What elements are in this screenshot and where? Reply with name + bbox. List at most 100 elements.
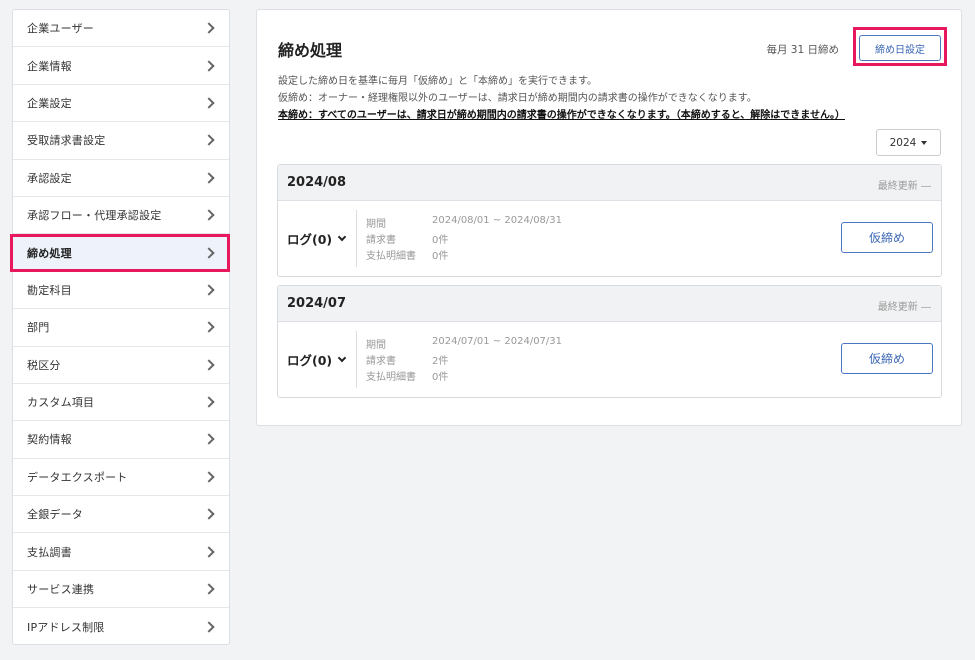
sidebar-item-account-items[interactable]: 勘定科目 (13, 272, 229, 310)
period-row: 期間 2024/08/01 ~ 2024/08/31 (366, 215, 562, 230)
period-value: 2024/07/01 ~ 2024/07/31 (432, 336, 563, 347)
period-title: 2024/08 (287, 175, 347, 190)
payment-key: 支払明細書 (366, 251, 416, 262)
period-row: 期間 2024/07/01 ~ 2024/07/31 (366, 336, 562, 351)
caret-down-icon (921, 140, 928, 145)
chevron-down-icon (337, 232, 347, 241)
chevron-down-icon (337, 353, 347, 362)
sidebar-item-closing[interactable]: 締め処理 (13, 234, 229, 272)
description-line: 設定した締め日を基準に毎月「仮締め」と「本締め」を実行できます。 (278, 76, 597, 87)
sidebar-item-company-settings[interactable]: 企業設定 (13, 85, 229, 123)
chevron-right-icon (203, 134, 215, 147)
period-value: 2024/08/01 ~ 2024/08/31 (432, 215, 563, 226)
sidebar-item-label: IPアドレス制限 (27, 620, 105, 634)
payment-row: 支払明細書 0件 (366, 368, 448, 383)
sidebar-item-company-users[interactable]: 企業ユーザー (13, 10, 229, 48)
chevron-right-icon (203, 22, 215, 34)
divider (356, 331, 357, 388)
invoice-key: 請求書 (366, 356, 396, 367)
sidebar-item-label: 受取請求書設定 (27, 134, 106, 148)
payment-key: 支払明細書 (366, 372, 416, 383)
sidebar-item-zengin-data[interactable]: 全銀データ (13, 496, 229, 534)
chevron-right-icon (203, 172, 215, 184)
last-updated: 最終更新 ― (877, 181, 931, 192)
page-title: 締め処理 (278, 41, 343, 60)
invoice-row: 請求書 2件 (366, 352, 448, 367)
sidebar-item-label: 勘定科目 (27, 283, 72, 297)
sidebar-item-label: サービス連携 (27, 583, 95, 597)
closing-panel: 締め処理 毎月 31 日締め 締め日設定 設定した締め日を基準に毎月「仮締め」と… (256, 9, 962, 426)
divider (356, 210, 357, 267)
chevron-right-icon (203, 209, 215, 221)
sidebar-item-label: 全銀データ (27, 508, 83, 522)
period-key: 期間 (366, 340, 386, 351)
log-toggle[interactable]: ログ(0) (287, 229, 347, 248)
sidebar-item-label: カスタム項目 (27, 396, 95, 410)
period-title: 2024/07 (287, 296, 347, 311)
sidebar-item-label: 支払調書 (27, 545, 72, 559)
chevron-right-icon (203, 545, 215, 558)
chevron-right-icon (203, 246, 215, 259)
period-header: 2024/08 最終更新 ― (278, 165, 941, 201)
chevron-right-icon (203, 396, 215, 408)
sidebar-item-departments[interactable]: 部門 (13, 309, 229, 347)
settings-sidebar: 企業ユーザー 企業情報 企業設定 受取請求書設定 承認設定 承認フロー・代理承認… (12, 9, 230, 645)
sidebar-item-label: 承認設定 (27, 171, 72, 185)
closing-day-text: 毎月 31 日締め (766, 44, 839, 56)
chevron-right-icon (203, 284, 215, 296)
sidebar-item-label: 承認フロー・代理承認設定 (27, 209, 162, 223)
sidebar-item-label: 契約情報 (27, 433, 72, 447)
chevron-right-icon (203, 433, 215, 446)
sidebar-item-tax-categories[interactable]: 税区分 (13, 347, 229, 384)
sidebar-item-ip-restriction[interactable]: IPアドレス制限 (13, 608, 229, 645)
sidebar-item-data-export[interactable]: データエクスポート (13, 459, 229, 497)
invoice-key: 請求書 (366, 235, 396, 246)
chevron-right-icon (203, 321, 215, 333)
period-body: ログ(0) 期間 2024/08/01 ~ 2024/08/31 請求書 0件 … (278, 201, 941, 276)
chevron-right-icon (203, 59, 215, 72)
description-provisional: 仮締め：オーナー・経理権限以外のユーザーは、請求日が締め期間内の請求書の操作がで… (278, 93, 757, 104)
payment-value: 0件 (432, 372, 449, 383)
sidebar-item-payment-records[interactable]: 支払調書 (13, 533, 229, 571)
year-select[interactable]: 2024 (876, 129, 941, 156)
sidebar-item-label: データエクスポート (27, 470, 128, 484)
log-label: ログ(0) (287, 232, 333, 247)
sidebar-item-label: 締め処理 (27, 246, 72, 260)
chevron-right-icon (203, 97, 215, 109)
invoice-row: 請求書 0件 (366, 231, 448, 246)
payment-row: 支払明細書 0件 (366, 247, 448, 262)
payment-value: 0件 (432, 251, 449, 262)
period-card: 2024/07 最終更新 ― ログ(0) 期間 2024/07/01 ~ 202… (277, 285, 942, 398)
sidebar-item-approval-settings[interactable]: 承認設定 (13, 160, 229, 197)
invoice-value: 0件 (432, 235, 449, 246)
sidebar-item-label: 企業情報 (27, 59, 72, 73)
invoice-value: 2件 (432, 356, 449, 367)
sidebar-item-label: 企業ユーザー (27, 22, 94, 36)
period-header: 2024/07 最終更新 ― (278, 286, 941, 322)
period-body: ログ(0) 期間 2024/07/01 ~ 2024/07/31 請求書 2件 … (278, 322, 941, 397)
provisional-close-button[interactable]: 仮締め (841, 222, 933, 253)
provisional-close-button[interactable]: 仮締め (841, 343, 933, 374)
period-card: 2024/08 最終更新 ― ログ(0) 期間 2024/08/01 ~ 202… (277, 164, 942, 277)
log-label: ログ(0) (287, 353, 333, 368)
sidebar-item-label: 税区分 (27, 358, 61, 372)
year-select-value: 2024 (889, 136, 917, 149)
sidebar-item-received-invoice-settings[interactable]: 受取請求書設定 (13, 122, 229, 160)
sidebar-item-contract-info[interactable]: 契約情報 (13, 421, 229, 459)
chevron-right-icon (203, 508, 215, 520)
sidebar-item-label: 部門 (27, 321, 50, 335)
last-updated: 最終更新 ― (877, 302, 931, 313)
sidebar-item-custom-fields[interactable]: カスタム項目 (13, 384, 229, 422)
chevron-right-icon (203, 621, 215, 633)
chevron-right-icon (203, 471, 215, 483)
sidebar-item-company-info[interactable]: 企業情報 (13, 47, 229, 85)
sidebar-item-label: 企業設定 (27, 96, 72, 110)
chevron-right-icon (203, 359, 215, 371)
sidebar-item-service-integration[interactable]: サービス連携 (13, 571, 229, 609)
log-toggle[interactable]: ログ(0) (287, 350, 347, 369)
sidebar-item-approval-flow[interactable]: 承認フロー・代理承認設定 (13, 197, 229, 235)
closing-day-settings-button[interactable]: 締め日設定 (859, 35, 941, 61)
description-final: 本締め：すべてのユーザーは、請求日が締め期間内の請求書の操作ができなくなります。… (278, 110, 845, 121)
period-key: 期間 (366, 219, 386, 230)
chevron-right-icon (203, 583, 215, 595)
